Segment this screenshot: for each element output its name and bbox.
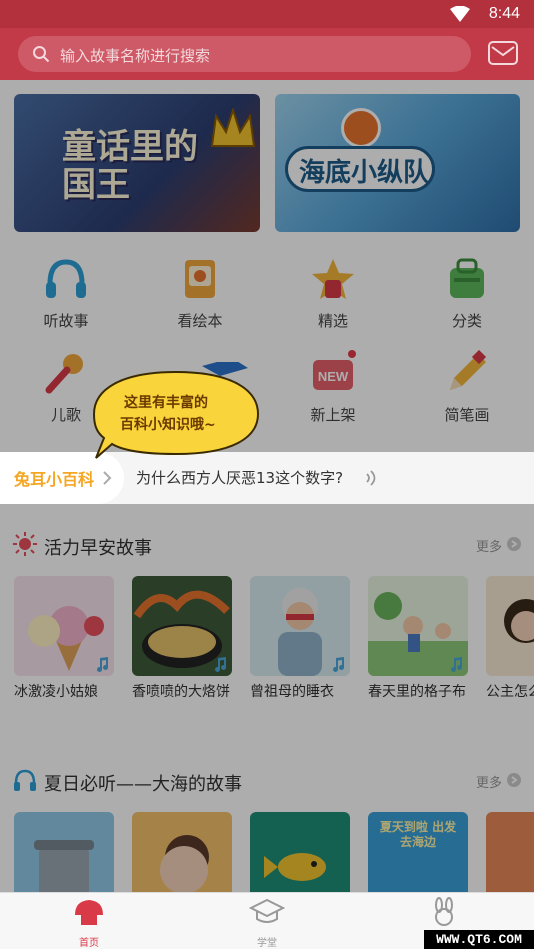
story-cover xyxy=(14,812,114,892)
story-cover xyxy=(486,812,534,892)
star-icon xyxy=(312,259,354,299)
section-title: 夏日必听——大海的故事 xyxy=(44,774,242,795)
story-title: 春天里的格子布 xyxy=(368,684,466,700)
rabbit-icon xyxy=(435,897,453,926)
story-card[interactable] xyxy=(486,812,534,892)
banner-title: 海底小纵队 xyxy=(299,158,430,188)
story-title: 曾祖母的睡衣 xyxy=(250,684,334,700)
story-cover xyxy=(132,576,232,676)
story-card[interactable]: 曾祖母的睡衣 xyxy=(250,576,350,701)
tab-school[interactable]: 学堂 xyxy=(227,897,307,949)
category-featured[interactable]: 精选 xyxy=(283,256,383,331)
category-classify[interactable]: 分类 xyxy=(417,256,517,331)
more-link[interactable]: 更多 xyxy=(476,772,502,791)
home-icon xyxy=(75,900,103,925)
story-card[interactable] xyxy=(250,812,350,892)
more-arrow-icon[interactable] xyxy=(507,537,521,551)
audio-note-icon xyxy=(97,657,109,672)
story-cover: 夏天到啦 出发去海边 xyxy=(368,812,468,892)
category-label: 听故事 xyxy=(43,312,89,330)
story-card[interactable]: 香喷喷的大烙饼 xyxy=(132,576,232,701)
story-title: 冰激凌小姑娘 xyxy=(14,684,98,700)
story-card[interactable] xyxy=(14,812,114,892)
book-icon xyxy=(185,260,215,298)
watermark: WWW.QT6.COM xyxy=(424,930,534,949)
tab-profile[interactable] xyxy=(404,897,484,934)
sound-icon[interactable] xyxy=(364,468,380,488)
story-title: 香喷喷的大烙饼 xyxy=(132,684,230,700)
svg-text:NEW: NEW xyxy=(318,369,349,384)
ticker-label: 兔耳小百科 xyxy=(14,470,95,489)
more-arrow-icon[interactable] xyxy=(507,773,521,787)
category-label: 精选 xyxy=(317,312,348,330)
cover-title: 夏天到啦 出发去海边 xyxy=(379,820,457,849)
home-content: 童话里的国王 海底小纵队 听故事 看绘本 精选 分类 儿歌 NEW 新上架 简笔… xyxy=(0,80,534,892)
category-new[interactable]: NEW 新上架 xyxy=(283,350,383,425)
crown-icon xyxy=(210,108,256,147)
story-card[interactable] xyxy=(132,812,232,892)
tooltip-line-2: 百科小知识哦~ xyxy=(120,417,216,433)
chevron-right-icon xyxy=(103,471,112,485)
speech-bubble-icon xyxy=(92,362,260,459)
pencil-icon xyxy=(450,349,487,390)
banner-title: 童话里的国王 xyxy=(62,127,198,205)
mail-icon[interactable] xyxy=(488,41,518,65)
story-card[interactable]: 夏天到啦 出发去海边 xyxy=(368,812,468,892)
top-bar: 输入故事名称进行搜索 xyxy=(0,28,534,80)
banner-octonauts[interactable]: 海底小纵队 xyxy=(275,94,520,232)
story-cover xyxy=(14,576,114,676)
audio-note-icon xyxy=(333,657,345,672)
category-label: 分类 xyxy=(451,312,482,330)
category-drawing[interactable]: 简笔画 xyxy=(417,349,517,425)
status-time: 8:44 xyxy=(488,5,520,22)
story-cover xyxy=(250,576,350,676)
category-picturebook[interactable]: 看绘本 xyxy=(150,256,250,331)
tab-label: 学堂 xyxy=(257,938,277,949)
story-cover xyxy=(486,576,534,676)
tab-label: 首页 xyxy=(79,938,99,949)
category-label: 新上架 xyxy=(310,406,356,424)
status-bar: 8:44 xyxy=(0,0,534,28)
section-title: 活力早安故事 xyxy=(44,538,152,559)
story-cover xyxy=(132,812,232,892)
tooltip-bubble: 这里有丰富的 百科小知识哦~ xyxy=(92,362,260,462)
story-card[interactable]: 春天里的格子布 xyxy=(368,576,468,701)
headphones-icon xyxy=(46,259,86,298)
graduation-cap-icon xyxy=(248,898,286,923)
tooltip-line-1: 这里有丰富的 xyxy=(124,395,208,411)
category-label: 看绘本 xyxy=(177,312,223,330)
audio-note-icon xyxy=(215,657,227,672)
new-icon: NEW xyxy=(313,350,356,390)
story-title: 公主怎么屎 xyxy=(486,684,534,700)
story-cover xyxy=(368,576,468,676)
search-placeholder: 输入故事名称进行搜索 xyxy=(60,47,211,65)
story-card[interactable]: 冰激凌小姑娘 xyxy=(14,576,114,701)
story-cover xyxy=(250,812,350,892)
sun-icon xyxy=(13,532,37,556)
search-icon xyxy=(33,46,50,63)
ticker-text: 为什么西方人厌恶13这个数字? xyxy=(136,469,344,487)
microphone-icon xyxy=(45,354,83,394)
category-listen[interactable]: 听故事 xyxy=(16,256,116,331)
wifi-icon xyxy=(450,6,470,22)
bag-icon xyxy=(450,258,484,298)
audio-note-icon xyxy=(451,657,463,672)
category-label: 简笔画 xyxy=(444,406,490,424)
search-input[interactable]: 输入故事名称进行搜索 xyxy=(18,36,471,72)
headphones-icon xyxy=(14,769,36,791)
octopus-badge-icon xyxy=(341,108,381,148)
story-card[interactable]: 公主怎么屎 xyxy=(486,576,534,701)
banner-fairy-king[interactable]: 童话里的国王 xyxy=(14,94,260,232)
tab-home[interactable]: 首页 xyxy=(49,897,129,949)
more-link[interactable]: 更多 xyxy=(476,536,502,555)
